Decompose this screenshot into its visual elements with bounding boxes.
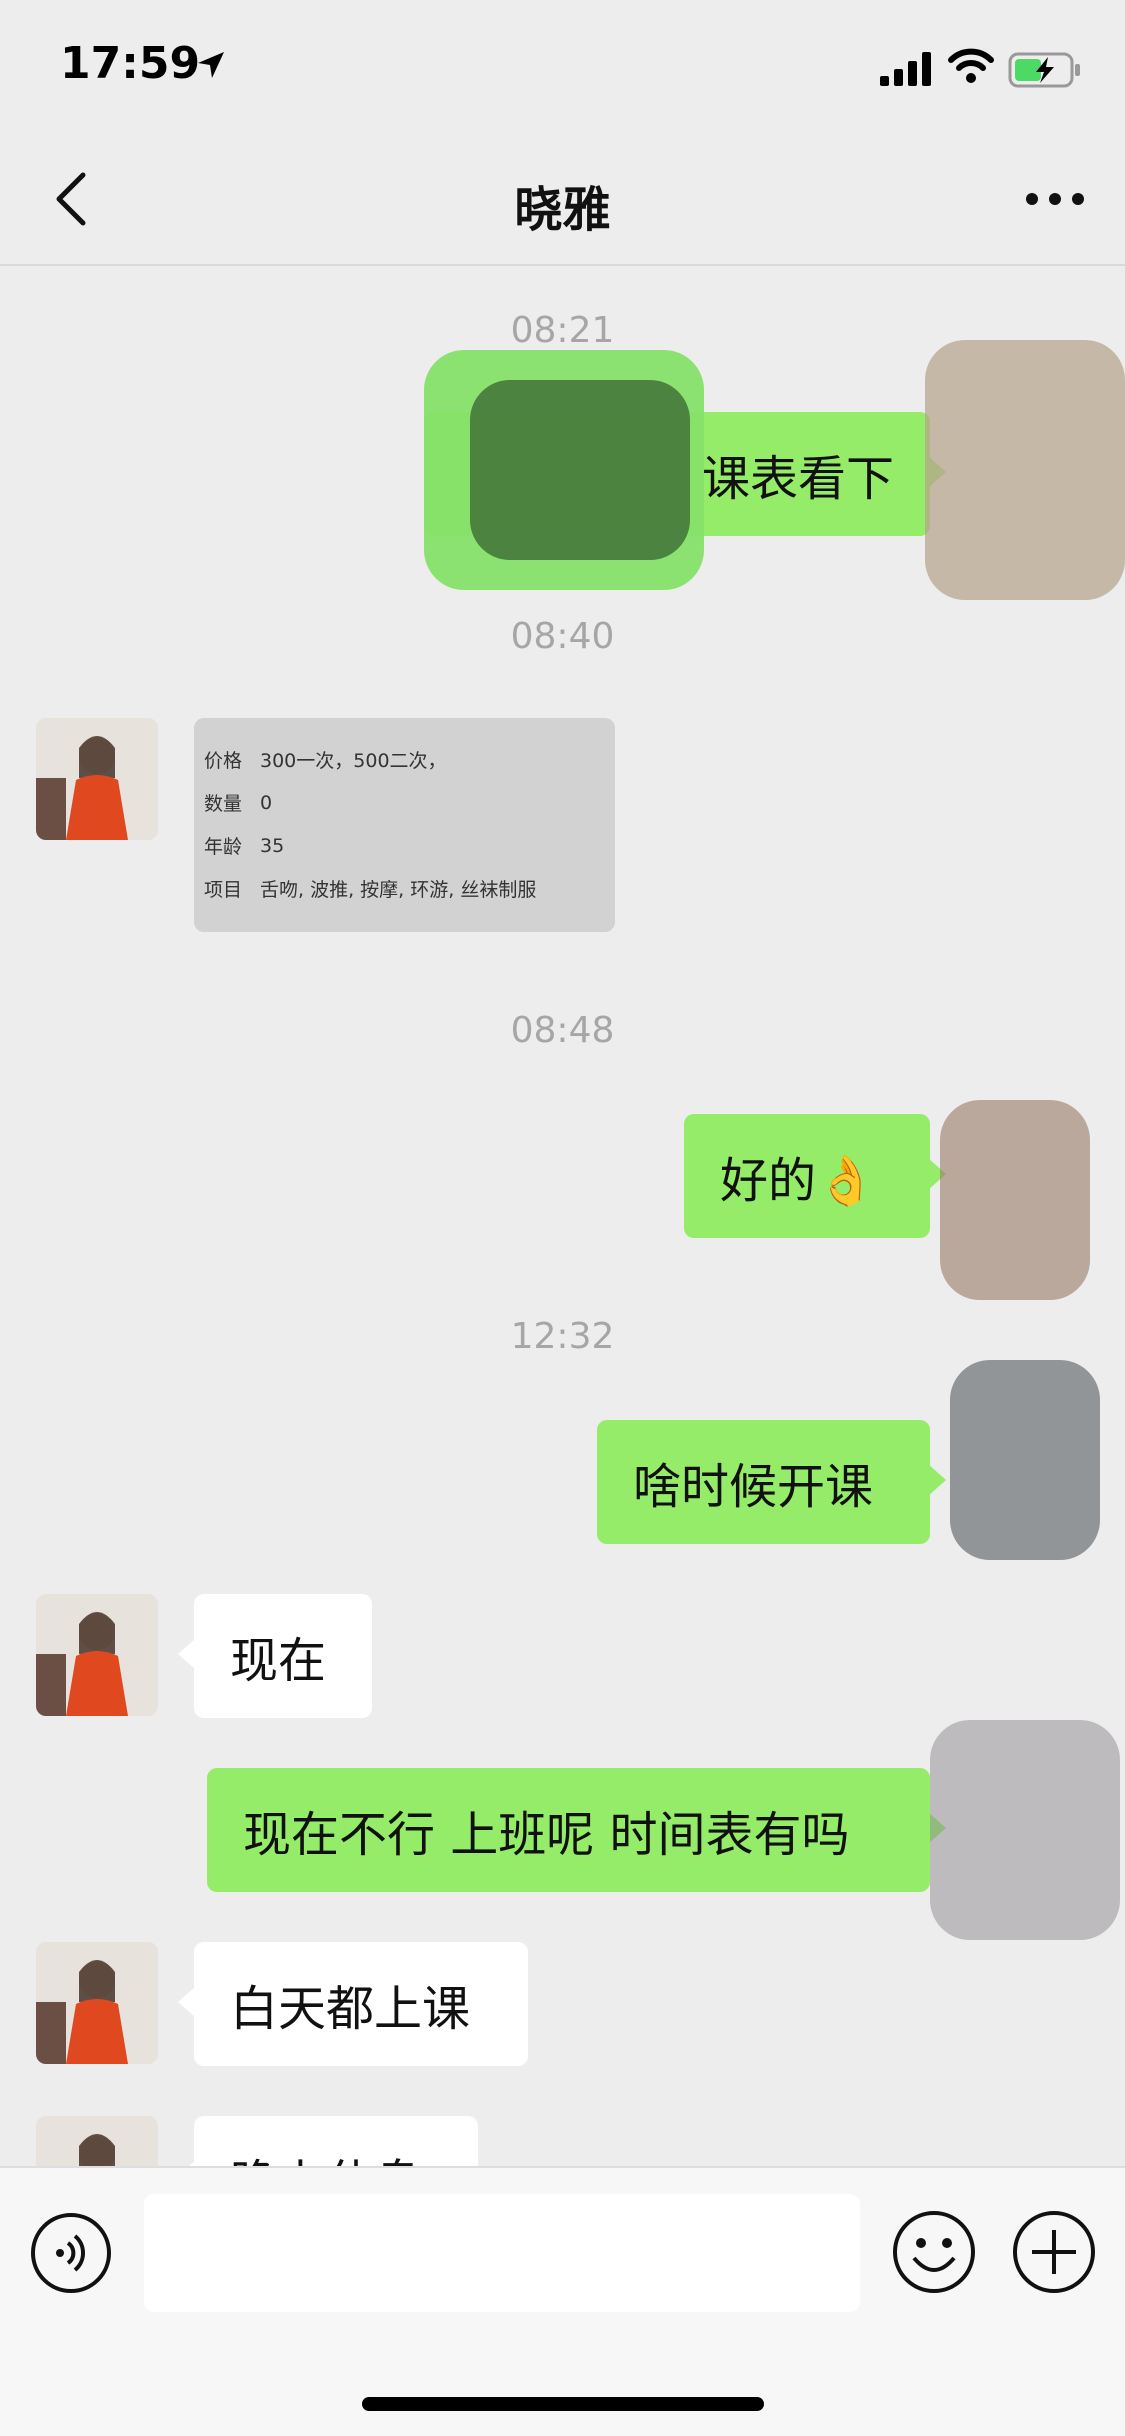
- message-text: 现在不行 上班呢 时间表有吗: [243, 1807, 850, 1863]
- nav-bar: 晓雅: [0, 140, 1125, 266]
- status-time: 17:59: [60, 38, 201, 89]
- timestamp: 08:40: [510, 616, 615, 657]
- redaction-scribble: [940, 1100, 1090, 1300]
- message-bubble-outgoing[interactable]: 现在不行 上班呢 时间表有吗: [207, 1768, 946, 1892]
- card-row-qty: 数量 0: [204, 791, 273, 816]
- voice-icon: [30, 2213, 112, 2298]
- redaction-scribble: [470, 380, 690, 560]
- emoji-button[interactable]: [892, 2210, 976, 2294]
- message-text: 啥时候开课: [633, 1459, 874, 1515]
- message-text: 课表看下: [701, 451, 894, 507]
- input-bar: [0, 2166, 1125, 2436]
- more-actions-button[interactable]: [1012, 2210, 1096, 2294]
- contact-avatar[interactable]: [36, 1594, 158, 1716]
- more-button[interactable]: [1015, 170, 1095, 230]
- message-bubble-incoming[interactable]: 现在: [178, 1594, 372, 1718]
- card-row-price: 价格 300一次，500二次，: [204, 750, 447, 772]
- contact-avatar[interactable]: [36, 718, 158, 840]
- cellular-signal-icon: [880, 52, 932, 90]
- home-indicator[interactable]: [362, 2397, 764, 2411]
- chat-screen: 17:59 晓雅 08:21 课表看下 08:40 价格 300一次，500二次…: [0, 0, 1125, 2436]
- timestamp: 12:32: [510, 1316, 615, 1357]
- message-bubble-outgoing[interactable]: 啥时候开课: [597, 1420, 946, 1544]
- redaction-scribble: [930, 1720, 1120, 1940]
- plus-icon: [1012, 2211, 1096, 2298]
- card-row-age: 年龄 35: [204, 834, 285, 859]
- message-bubble-incoming[interactable]: 白天都上课: [178, 1942, 528, 2066]
- message-text: 白天都上课: [230, 1981, 471, 2037]
- message-bubble-outgoing[interactable]: 好的👌: [684, 1114, 946, 1238]
- message-text: 现在: [230, 1633, 327, 1689]
- location-arrow-icon: [196, 50, 226, 84]
- image-message[interactable]: 价格 300一次，500二次， 数量 0 年龄 35 项目 舌吻, 波推, 按摩, 环游…: [194, 718, 615, 932]
- redaction-scribble: [950, 1360, 1100, 1560]
- contact-avatar[interactable]: [36, 1942, 158, 2064]
- voice-input-button[interactable]: [30, 2212, 112, 2294]
- wifi-icon: [948, 48, 994, 88]
- battery-charging-icon: [1008, 52, 1082, 92]
- message-text: 好的👌: [720, 1153, 876, 1209]
- card-row-items: 项目 舌吻, 波推, 按摩, 环游, 丝袜制服: [204, 879, 537, 901]
- message-input[interactable]: [144, 2194, 860, 2312]
- status-bar: 17:59: [0, 0, 1125, 140]
- timestamp: 08:48: [510, 1010, 615, 1051]
- redaction-scribble: [925, 340, 1125, 600]
- more-dots-icon: [1025, 191, 1085, 210]
- chat-title: 晓雅: [514, 182, 611, 238]
- smiley-icon: [892, 2211, 976, 2298]
